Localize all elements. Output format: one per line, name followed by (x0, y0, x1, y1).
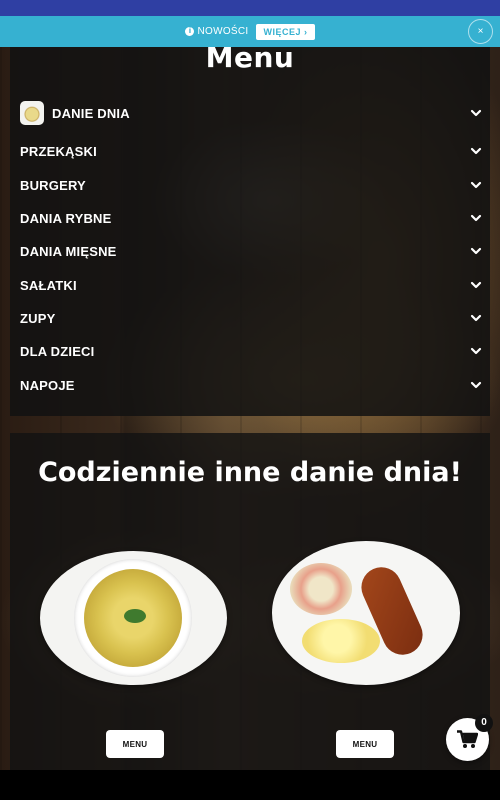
coleslaw (290, 563, 352, 615)
menu-panel: Menu DANIE DNIA PRZEKĄSKI BURGERY DANIA … (10, 41, 490, 416)
menu-item-zupy[interactable]: ZUPY (20, 305, 482, 331)
soup-dish-image (40, 551, 227, 685)
close-notice-button[interactable]: × (468, 19, 493, 44)
news-notice-bar: i NOWOŚCI WIĘCEJ › × (0, 16, 500, 47)
cart-count-badge: 0 (475, 714, 493, 732)
chevron-down-icon (470, 214, 482, 222)
bottom-bar (0, 770, 500, 800)
chevron-down-icon (470, 109, 482, 117)
menu-item-label: DANIE DNIA (52, 105, 130, 121)
chevron-down-icon (470, 314, 482, 322)
soup (84, 569, 182, 667)
daily-dish-panel: Codziennie inne danie dnia! MENU MENU (10, 433, 490, 770)
menu-item-label: BURGERY (20, 177, 86, 193)
menu-item-salatki[interactable]: SAŁATKI (20, 272, 482, 298)
menu-item-przekaski[interactable]: PRZEKĄSKI (20, 138, 482, 164)
more-button-label: WIĘCEJ (263, 26, 301, 37)
menu-item-dania-miesne[interactable]: DANIA MIĘSNE (20, 238, 482, 264)
notice-text: NOWOŚCI (197, 26, 249, 37)
info-icon: i (185, 27, 195, 36)
chevron-right-icon: › (304, 26, 308, 37)
chevron-down-icon (470, 347, 482, 355)
menu-item-label: DANIA MIĘSNE (20, 243, 117, 259)
chevron-down-icon (470, 181, 482, 189)
menu-item-napoje[interactable]: NAPOJE (20, 372, 482, 398)
menu-item-danie-dnia[interactable]: DANIE DNIA (20, 100, 482, 126)
soup-bowl (74, 559, 192, 677)
menu-item-label: ZUPY (20, 310, 56, 326)
dish-thumbnail-icon (20, 101, 44, 125)
chevron-down-icon (470, 247, 482, 255)
chevron-down-icon (470, 281, 482, 289)
menu-item-dla-dzieci[interactable]: DLA DZIECI (20, 338, 482, 364)
soup-menu-button[interactable]: MENU (106, 730, 164, 758)
menu-item-label: DANIA RYBNE (20, 210, 112, 226)
more-button[interactable]: WIĘCEJ › (256, 23, 315, 40)
potatoes (302, 619, 380, 663)
menu-item-label: SAŁATKI (20, 277, 77, 293)
cart-button[interactable]: 0 (446, 714, 493, 761)
menu-item-dania-rybne[interactable]: DANIA RYBNE (20, 205, 482, 231)
menu-item-burgery[interactable]: BURGERY (20, 172, 482, 198)
top-strip (0, 0, 500, 16)
menu-item-label: NAPOJE (20, 377, 75, 393)
chevron-down-icon (470, 381, 482, 389)
daily-dish-heading: Codziennie inne danie dnia! (38, 457, 462, 488)
herb-garnish (124, 609, 146, 623)
chevron-down-icon (470, 147, 482, 155)
menu-item-label: PRZEKĄSKI (20, 143, 97, 159)
menu-item-label: DLA DZIECI (20, 343, 95, 359)
cart-icon (457, 730, 478, 748)
main-dish-image (272, 541, 460, 685)
main-menu-button[interactable]: MENU (336, 730, 394, 758)
